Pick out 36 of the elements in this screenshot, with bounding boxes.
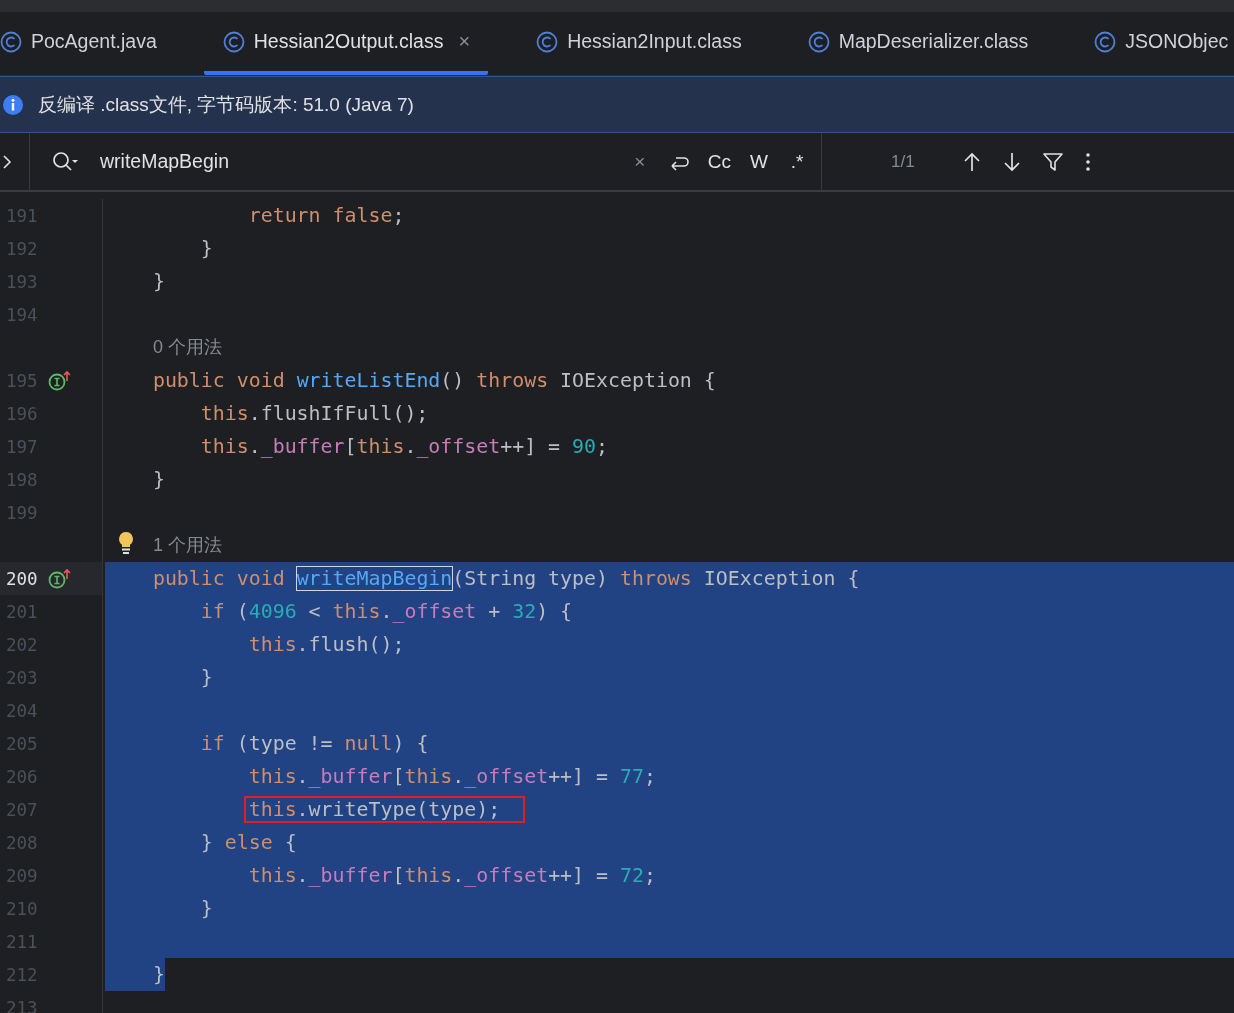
arrow-up-icon[interactable]: [962, 151, 981, 172]
lightbulb-icon[interactable]: [117, 531, 135, 555]
search-option-button[interactable]: Cc: [707, 150, 731, 173]
class-icon: [536, 30, 559, 53]
search-option-button[interactable]: W: [749, 150, 769, 173]
usages-hint[interactable]: 1 个用法: [153, 529, 222, 562]
code-line: }: [151, 269, 166, 295]
match-count: 1/1: [891, 151, 915, 172]
code-line: this.flushIfFull();: [199, 401, 430, 427]
implementation-marker-icon[interactable]: [48, 369, 72, 392]
editor-tab[interactable]: Hessian2Input.class: [517, 12, 760, 75]
close-icon[interactable]: ×: [458, 30, 471, 53]
info-icon: [2, 93, 24, 116]
filter-icon[interactable]: [1042, 151, 1063, 172]
code-line: }: [199, 236, 214, 262]
editor-tab[interactable]: JSONObjec: [1075, 12, 1234, 75]
banner-message: 反编译 .class文件, 字节码版本: 51.0 (Java 7): [38, 92, 414, 117]
search-option-button[interactable]: .*: [787, 150, 807, 173]
code-line: return false;: [247, 203, 406, 229]
class-icon: [807, 30, 830, 53]
more-icon[interactable]: [1084, 151, 1091, 172]
class-icon: [0, 30, 22, 53]
code-line: public void writeListEnd() throws IOException {: [151, 368, 717, 394]
usages-hint[interactable]: 0 个用法: [153, 331, 222, 364]
arrow-down-icon[interactable]: [1002, 151, 1021, 172]
implementation-marker-icon[interactable]: [48, 567, 72, 590]
class-icon: [222, 30, 245, 53]
editor-tab[interactable]: PocAgent.java: [0, 12, 175, 75]
editor-tab[interactable]: MapDeserializer.class: [788, 12, 1047, 75]
class-icon: [1094, 30, 1117, 53]
chevron-icon: [2, 153, 12, 170]
line-number: 200: [6, 568, 39, 589]
code-line: }: [151, 467, 166, 493]
search-field[interactable]: writeMapBegin × Cc W .*: [30, 133, 822, 190]
code-line: this._buffer[this._offset++] = 90;: [199, 434, 609, 460]
clear-button[interactable]: ×: [629, 150, 650, 173]
